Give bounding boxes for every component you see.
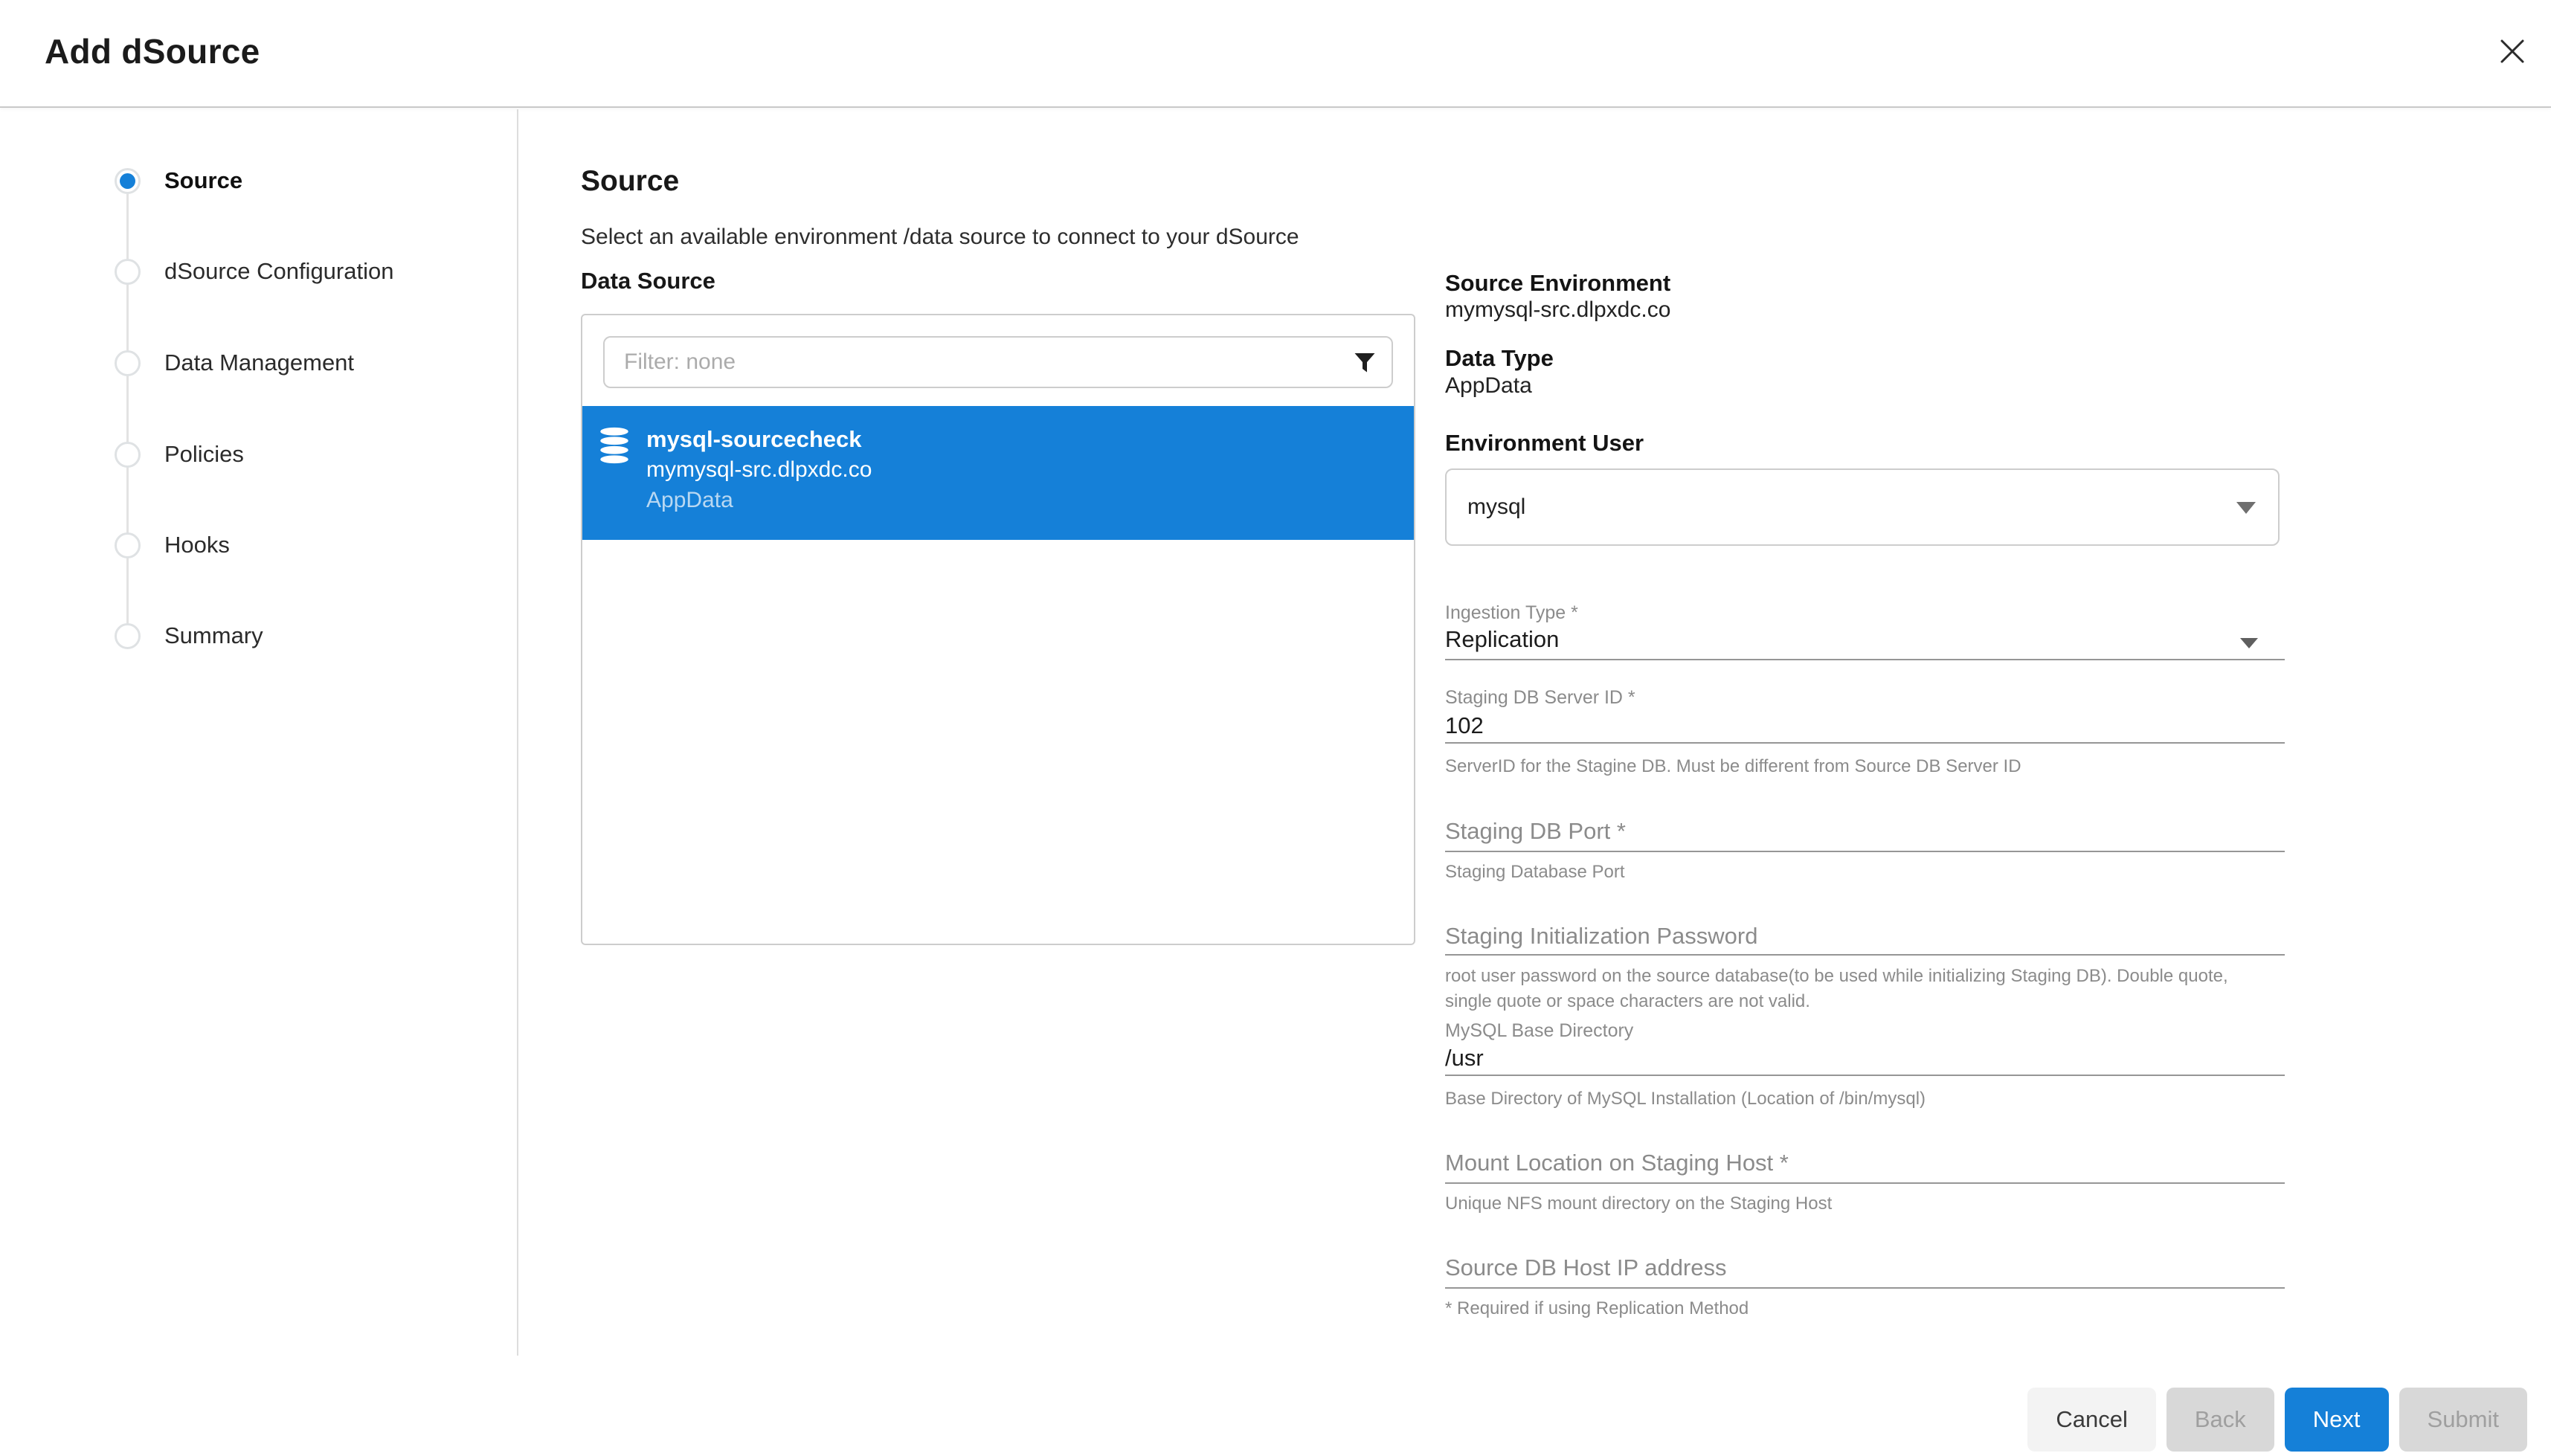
cancel-button[interactable]: Cancel xyxy=(2027,1388,2156,1452)
source-environment-label: Source Environment xyxy=(1445,270,1670,297)
source-db-host-ip-helper: * Required if using Replication Method xyxy=(1445,1296,1749,1321)
next-button[interactable]: Next xyxy=(2285,1388,2389,1452)
data-source-environment: mymysql-src.dlpxdc.co xyxy=(646,454,872,485)
environment-user-label: Environment User xyxy=(1445,430,1644,457)
filter-input[interactable] xyxy=(605,338,1392,387)
details-panel: Source Environment mymysql-src.dlpxdc.co… xyxy=(1445,260,2285,1339)
database-icon xyxy=(599,427,630,468)
data-type-label: Data Type xyxy=(1445,345,1554,372)
stepper-item-summary[interactable]: Summary xyxy=(0,622,263,649)
step-circle-icon xyxy=(115,259,141,285)
data-source-name: mysql-sourcecheck xyxy=(646,424,872,454)
data-source-item-text: mysql-sourcecheck mymysql-src.dlpxdc.co … xyxy=(646,424,872,515)
step-label: Hooks xyxy=(164,532,230,558)
staging-initialization-password-helper: root user password on the source databas… xyxy=(1445,964,2263,1014)
filter-field xyxy=(603,336,1393,388)
stepper-item-policies[interactable]: Policies xyxy=(0,441,244,468)
staging-db-port-helper: Staging Database Port xyxy=(1445,860,1625,885)
stepper-item-source[interactable]: Source xyxy=(0,167,242,194)
staging-db-port-input[interactable]: Staging DB Port * xyxy=(1445,818,2285,852)
wizard-stepper: Source dSource Configuration Data Manage… xyxy=(0,0,517,818)
mysql-base-directory-label: MySQL Base Directory xyxy=(1445,1020,1633,1042)
sidebar-divider xyxy=(517,109,518,1356)
chevron-down-icon xyxy=(2236,502,2256,514)
step-circle-icon xyxy=(115,350,141,376)
mysql-base-directory-value: /usr xyxy=(1445,1045,1484,1071)
dialog-title: Add dSource xyxy=(45,31,260,71)
step-circle-icon xyxy=(115,442,141,468)
environment-user-value: mysql xyxy=(1467,495,1525,520)
data-source-list: mysql-sourcecheck mymysql-src.dlpxdc.co … xyxy=(581,314,1415,945)
step-circle-icon xyxy=(115,532,141,558)
step-label: Data Management xyxy=(164,349,354,376)
filter-funnel-icon[interactable] xyxy=(1351,349,1378,376)
step-label: Policies xyxy=(164,441,244,468)
staging-initialization-password-input[interactable]: Staging Initialization Password xyxy=(1445,923,2285,956)
source-db-host-ip-input[interactable]: Source DB Host IP address xyxy=(1445,1254,2285,1289)
data-type-value: AppData xyxy=(1445,373,1532,399)
step-circle-icon xyxy=(115,623,141,649)
mount-location-label: Mount Location on Staging Host * xyxy=(1445,1150,1789,1176)
mount-location-helper: Unique NFS mount directory on the Stagin… xyxy=(1445,1191,1832,1217)
page-description: Select an available environment /data so… xyxy=(581,225,1299,250)
stepper-item-dsource-configuration[interactable]: dSource Configuration xyxy=(0,258,393,285)
staging-db-server-id-value: 102 xyxy=(1445,712,1484,738)
staging-db-server-id-helper: ServerID for the Stagine DB. Must be dif… xyxy=(1445,754,2021,779)
submit-button: Submit xyxy=(2399,1388,2527,1452)
source-db-host-ip-label: Source DB Host IP address xyxy=(1445,1254,1727,1281)
page-title: Source xyxy=(581,165,679,198)
step-circle-active-icon xyxy=(115,168,141,194)
step-label: Source xyxy=(164,167,242,194)
step-label: dSource Configuration xyxy=(164,258,393,285)
staging-initialization-password-label: Staging Initialization Password xyxy=(1445,923,1757,949)
staging-db-port-label: Staging DB Port * xyxy=(1445,818,1626,844)
mysql-base-directory-input[interactable]: /usr xyxy=(1445,1045,2285,1076)
ingestion-type-value: Replication xyxy=(1445,626,1559,652)
ingestion-type-label: Ingestion Type * xyxy=(1445,602,1578,624)
mount-location-input[interactable]: Mount Location on Staging Host * xyxy=(1445,1150,2285,1184)
wizard-footer: Cancel Back Next Submit xyxy=(2027,1388,2527,1452)
step-label: Summary xyxy=(164,622,263,649)
ingestion-type-select[interactable]: Replication xyxy=(1445,626,2285,660)
close-button[interactable] xyxy=(2492,31,2533,73)
staging-db-server-id-input[interactable]: 102 xyxy=(1445,712,2285,744)
source-environment-value: mymysql-src.dlpxdc.co xyxy=(1445,297,1670,323)
data-source-label: Data Source xyxy=(581,268,715,294)
data-source-item-mysql-sourcecheck[interactable]: mysql-sourcecheck mymysql-src.dlpxdc.co … xyxy=(582,406,1414,540)
close-icon xyxy=(2495,34,2529,71)
chevron-down-icon xyxy=(2240,638,2258,648)
environment-user-select[interactable]: mysql xyxy=(1445,468,2280,546)
data-source-type: AppData xyxy=(646,485,872,515)
mysql-base-directory-helper: Base Directory of MySQL Installation (Lo… xyxy=(1445,1086,1926,1112)
stepper-connector-line xyxy=(126,181,129,636)
staging-db-server-id-label: Staging DB Server ID * xyxy=(1445,687,1635,709)
stepper-item-data-management[interactable]: Data Management xyxy=(0,349,354,376)
back-button: Back xyxy=(2166,1388,2274,1452)
stepper-item-hooks[interactable]: Hooks xyxy=(0,532,230,558)
dialog-header: Add dSource xyxy=(0,0,2551,108)
